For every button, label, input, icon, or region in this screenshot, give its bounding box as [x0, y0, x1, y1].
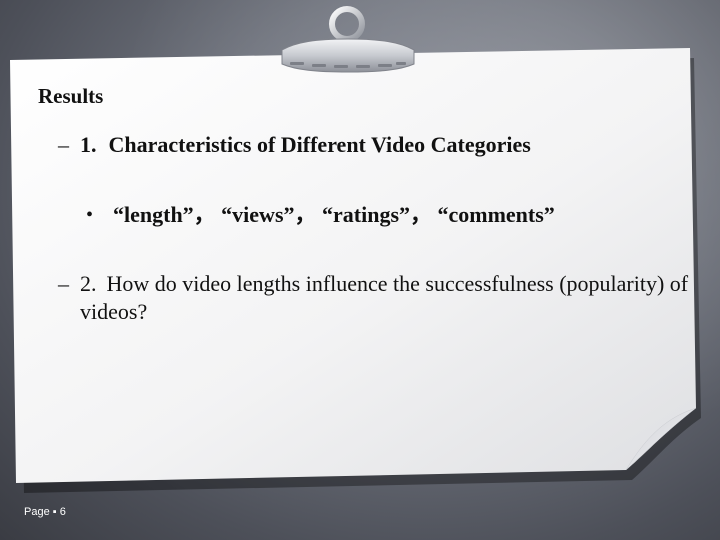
item-text: Characteristics of Different Video Categ…	[108, 132, 531, 157]
sub-bullet-item-1: • “length”， “views”， “ratings”， “comment…	[86, 201, 606, 229]
item-number: 1.	[80, 132, 97, 157]
page-footer: Page ▪ 6	[24, 506, 66, 518]
sub-item-text: “length”， “views”， “ratings”， “comments”	[113, 202, 555, 227]
dash-marker: –	[58, 132, 69, 157]
bullet-item-1: – 1. Characteristics of Different Video C…	[58, 131, 598, 159]
bullet-item-2: – 2. How do video lengths influence the s…	[58, 270, 698, 326]
page-number: 6	[59, 506, 66, 518]
slide-title: Results	[38, 84, 104, 108]
bullet-marker: •	[86, 204, 94, 226]
item-number: 2.	[80, 271, 97, 296]
dash-marker: –	[58, 271, 69, 296]
paper-clip	[281, 6, 415, 73]
footer-separator: ▪	[52, 506, 57, 518]
item-text: How do video lengths influence the succe…	[80, 271, 689, 324]
footer-label: Page	[24, 506, 50, 518]
